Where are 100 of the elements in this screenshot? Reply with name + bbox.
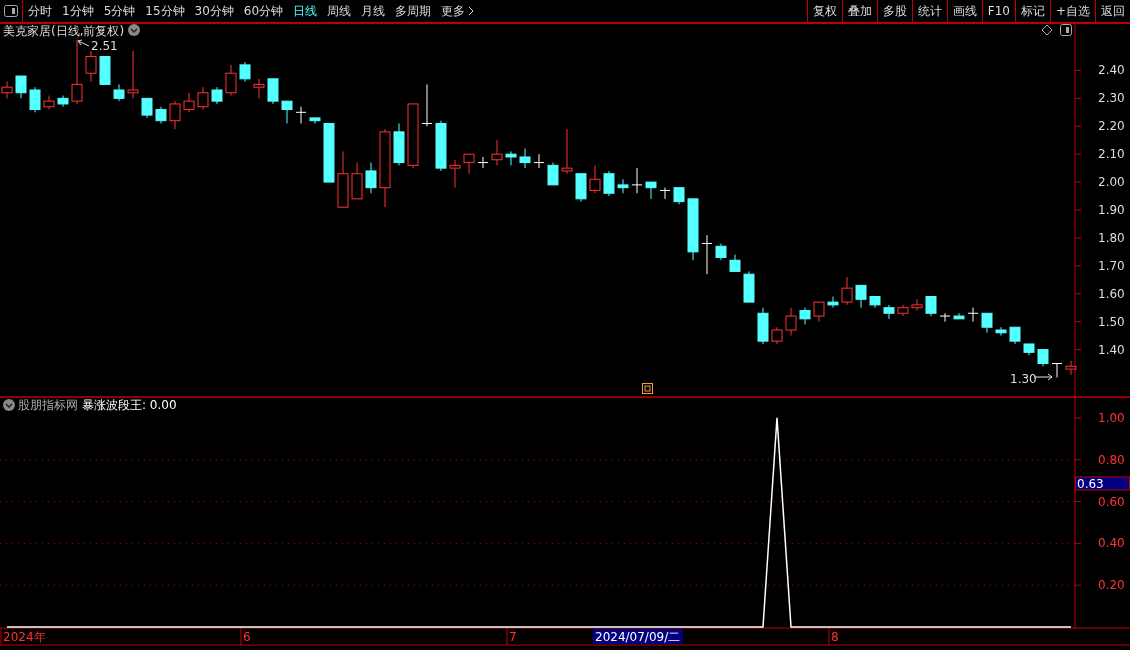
candlestick — [701, 234, 713, 275]
candlestick — [855, 284, 867, 309]
candlestick — [631, 167, 643, 194]
candlestick — [645, 181, 657, 200]
indicator-axis-label: 0.80 — [1098, 452, 1125, 467]
price-axis-label: 2.00 — [1098, 175, 1125, 190]
toolbar-button[interactable]: 多股 — [876, 0, 912, 22]
candlestick — [113, 83, 125, 102]
date-axis-label: 7 — [509, 630, 517, 644]
date-axis-label: 6 — [243, 630, 251, 644]
toolbar-button[interactable]: 叠加 — [841, 0, 877, 22]
period-tab[interactable]: 周线 — [322, 0, 357, 22]
indicator-source: 股朋指标网 — [18, 398, 78, 412]
price-axis-label: 1.90 — [1098, 203, 1125, 217]
candlestick — [813, 301, 825, 323]
candlestick — [127, 50, 139, 99]
indicator-axis-label: 1.00 — [1098, 410, 1125, 425]
candlestick — [15, 75, 27, 99]
toolbar-button[interactable]: +自选 — [1049, 0, 1095, 22]
candlestick — [85, 50, 97, 83]
candlestick — [421, 83, 433, 127]
candlestick — [1051, 363, 1063, 378]
date-axis-label: 2024年 — [3, 630, 46, 644]
candlestick — [995, 326, 1007, 337]
toolbar-button[interactable]: 复权 — [806, 0, 842, 22]
cursor-date-label: 2024/07/09/二 — [593, 629, 683, 644]
candlestick — [771, 326, 783, 345]
candlestick — [939, 312, 951, 323]
candlestick — [589, 164, 601, 194]
candlestick — [603, 170, 615, 197]
price-axis-label: 2.40 — [1098, 63, 1125, 78]
period-tab[interactable]: 15分钟 — [140, 0, 190, 22]
panel-toggle-icon[interactable] — [4, 5, 18, 17]
low-price-marker: 1.30 — [1010, 372, 1037, 386]
candlestick — [295, 106, 307, 124]
candlestick — [911, 298, 923, 311]
diamond-icon[interactable] — [1041, 24, 1053, 36]
candlestick — [561, 128, 573, 175]
toolbar-button[interactable]: F10 — [981, 0, 1015, 22]
toolbar-button[interactable]: 标记 — [1014, 0, 1050, 22]
square-marker-icon — [642, 383, 653, 394]
candlestick — [729, 254, 741, 272]
candlestick — [225, 64, 237, 97]
candlestick — [337, 150, 349, 208]
candlestick — [183, 92, 195, 113]
candlestick — [715, 243, 727, 261]
candlestick — [491, 139, 503, 166]
candlestick — [743, 270, 755, 303]
panel-toggle-icon[interactable] — [1060, 24, 1072, 36]
price-axis-label: 1.40 — [1098, 342, 1125, 357]
period-tab[interactable]: 5分钟 — [98, 0, 141, 22]
period-tab[interactable]: 分时 — [23, 0, 57, 22]
arrow-icon — [77, 39, 90, 47]
candlestick — [533, 153, 545, 169]
period-tab[interactable]: 日线 — [288, 0, 323, 22]
toolbar-button[interactable]: 画线 — [946, 0, 982, 22]
candlestick — [239, 61, 251, 83]
candlestick — [155, 106, 167, 124]
candlestick — [869, 296, 881, 309]
candlestick — [365, 162, 377, 194]
price-axis-label: 2.30 — [1098, 91, 1125, 106]
candlestick — [435, 120, 447, 172]
candlestick — [953, 312, 965, 320]
candlestick — [449, 159, 461, 189]
candlestick — [757, 307, 769, 345]
candlestick — [659, 187, 671, 200]
candlestick — [463, 153, 475, 175]
candlestick — [309, 117, 321, 124]
date-axis-label: 8 — [831, 630, 839, 644]
price-axis-label: 1.50 — [1098, 314, 1125, 329]
dropdown-icon[interactable] — [128, 24, 140, 36]
period-tab[interactable]: 30分钟 — [189, 0, 239, 22]
toolbar-button[interactable]: 返回 — [1095, 0, 1130, 22]
candlestick — [1065, 360, 1077, 376]
candlestick — [687, 198, 699, 261]
period-tab[interactable]: 1分钟 — [57, 0, 99, 22]
candlestick — [897, 304, 909, 317]
period-tab[interactable]: 月线 — [356, 0, 391, 22]
indicator-value: 暴涨波段王: 0.00 — [82, 398, 177, 412]
period-tab[interactable]: 60分钟 — [238, 0, 289, 22]
candlestick — [57, 95, 69, 108]
indicator-axis-label: 0.40 — [1098, 536, 1125, 551]
candlestick — [169, 100, 181, 130]
price-axis-label: 1.70 — [1098, 258, 1125, 273]
toolbar-button[interactable]: 统计 — [911, 0, 947, 22]
candlestick — [883, 304, 895, 320]
candlestick — [841, 276, 853, 306]
period-tab[interactable]: 更多 — [436, 0, 480, 22]
period-tab[interactable]: 多周期 — [390, 0, 437, 22]
price-axis-label: 2.20 — [1098, 119, 1125, 134]
candlestick — [477, 156, 489, 169]
candlestick — [1009, 326, 1021, 345]
candlestick — [967, 307, 979, 323]
price-axis-label: 2.10 — [1098, 147, 1125, 162]
candlestick — [253, 78, 265, 99]
candlestick — [827, 296, 839, 309]
candlestick — [575, 173, 587, 203]
collapse-icon[interactable] — [3, 399, 15, 411]
stock-title: 美克家居(日线,前复权) — [3, 24, 125, 38]
candlestick — [267, 78, 279, 105]
